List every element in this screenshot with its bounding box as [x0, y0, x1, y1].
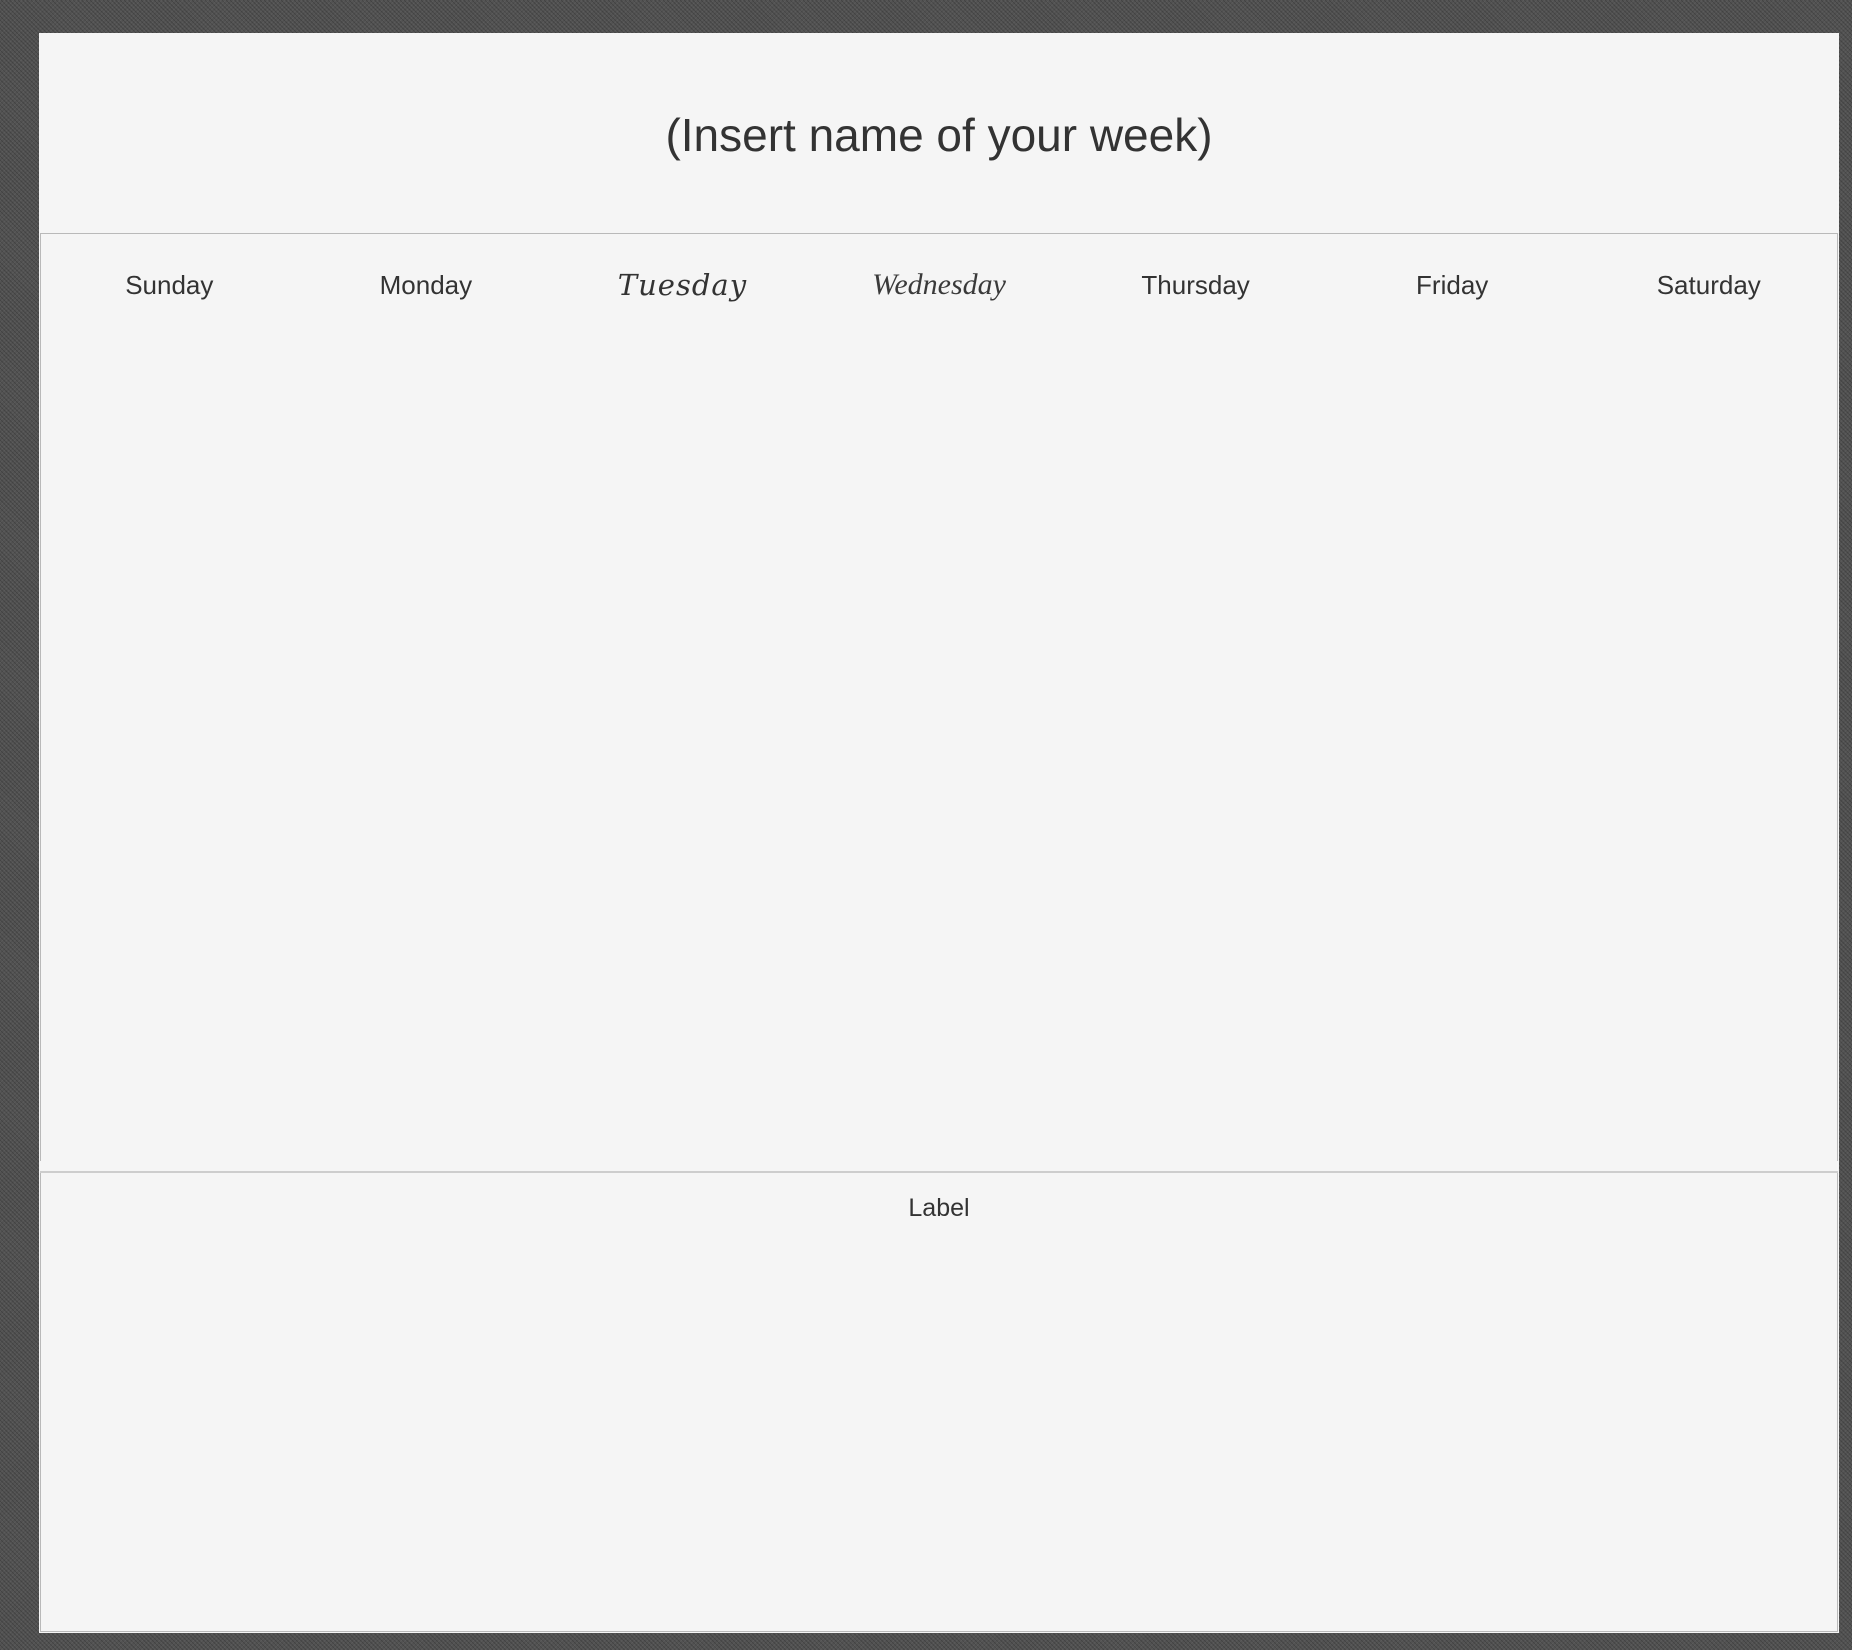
day-label-friday[interactable]: Friday — [1324, 234, 1581, 334]
section-divider — [40, 1161, 1838, 1173]
day-label-monday[interactable]: Monday — [298, 234, 555, 334]
week-title[interactable]: (Insert name of your week) — [39, 107, 1839, 163]
week-panel[interactable]: Sunday Monday Tuesday Wednesday Thursday… — [40, 233, 1838, 1162]
notes-panel[interactable]: Label — [40, 1173, 1838, 1632]
design-canvas: (Insert name of your week) Sunday Monday… — [39, 33, 1839, 1633]
day-label-sunday[interactable]: Sunday — [41, 234, 298, 334]
day-header-row: Sunday Monday Tuesday Wednesday Thursday… — [41, 234, 1837, 334]
notes-label[interactable]: Label — [41, 1193, 1837, 1223]
day-label-wednesday[interactable]: Wednesday — [811, 234, 1068, 334]
day-label-saturday[interactable]: Saturday — [1580, 234, 1837, 334]
title-area: (Insert name of your week) — [39, 33, 1839, 233]
day-label-thursday[interactable]: Thursday — [1067, 234, 1324, 334]
day-label-tuesday[interactable]: Tuesday — [554, 234, 811, 334]
